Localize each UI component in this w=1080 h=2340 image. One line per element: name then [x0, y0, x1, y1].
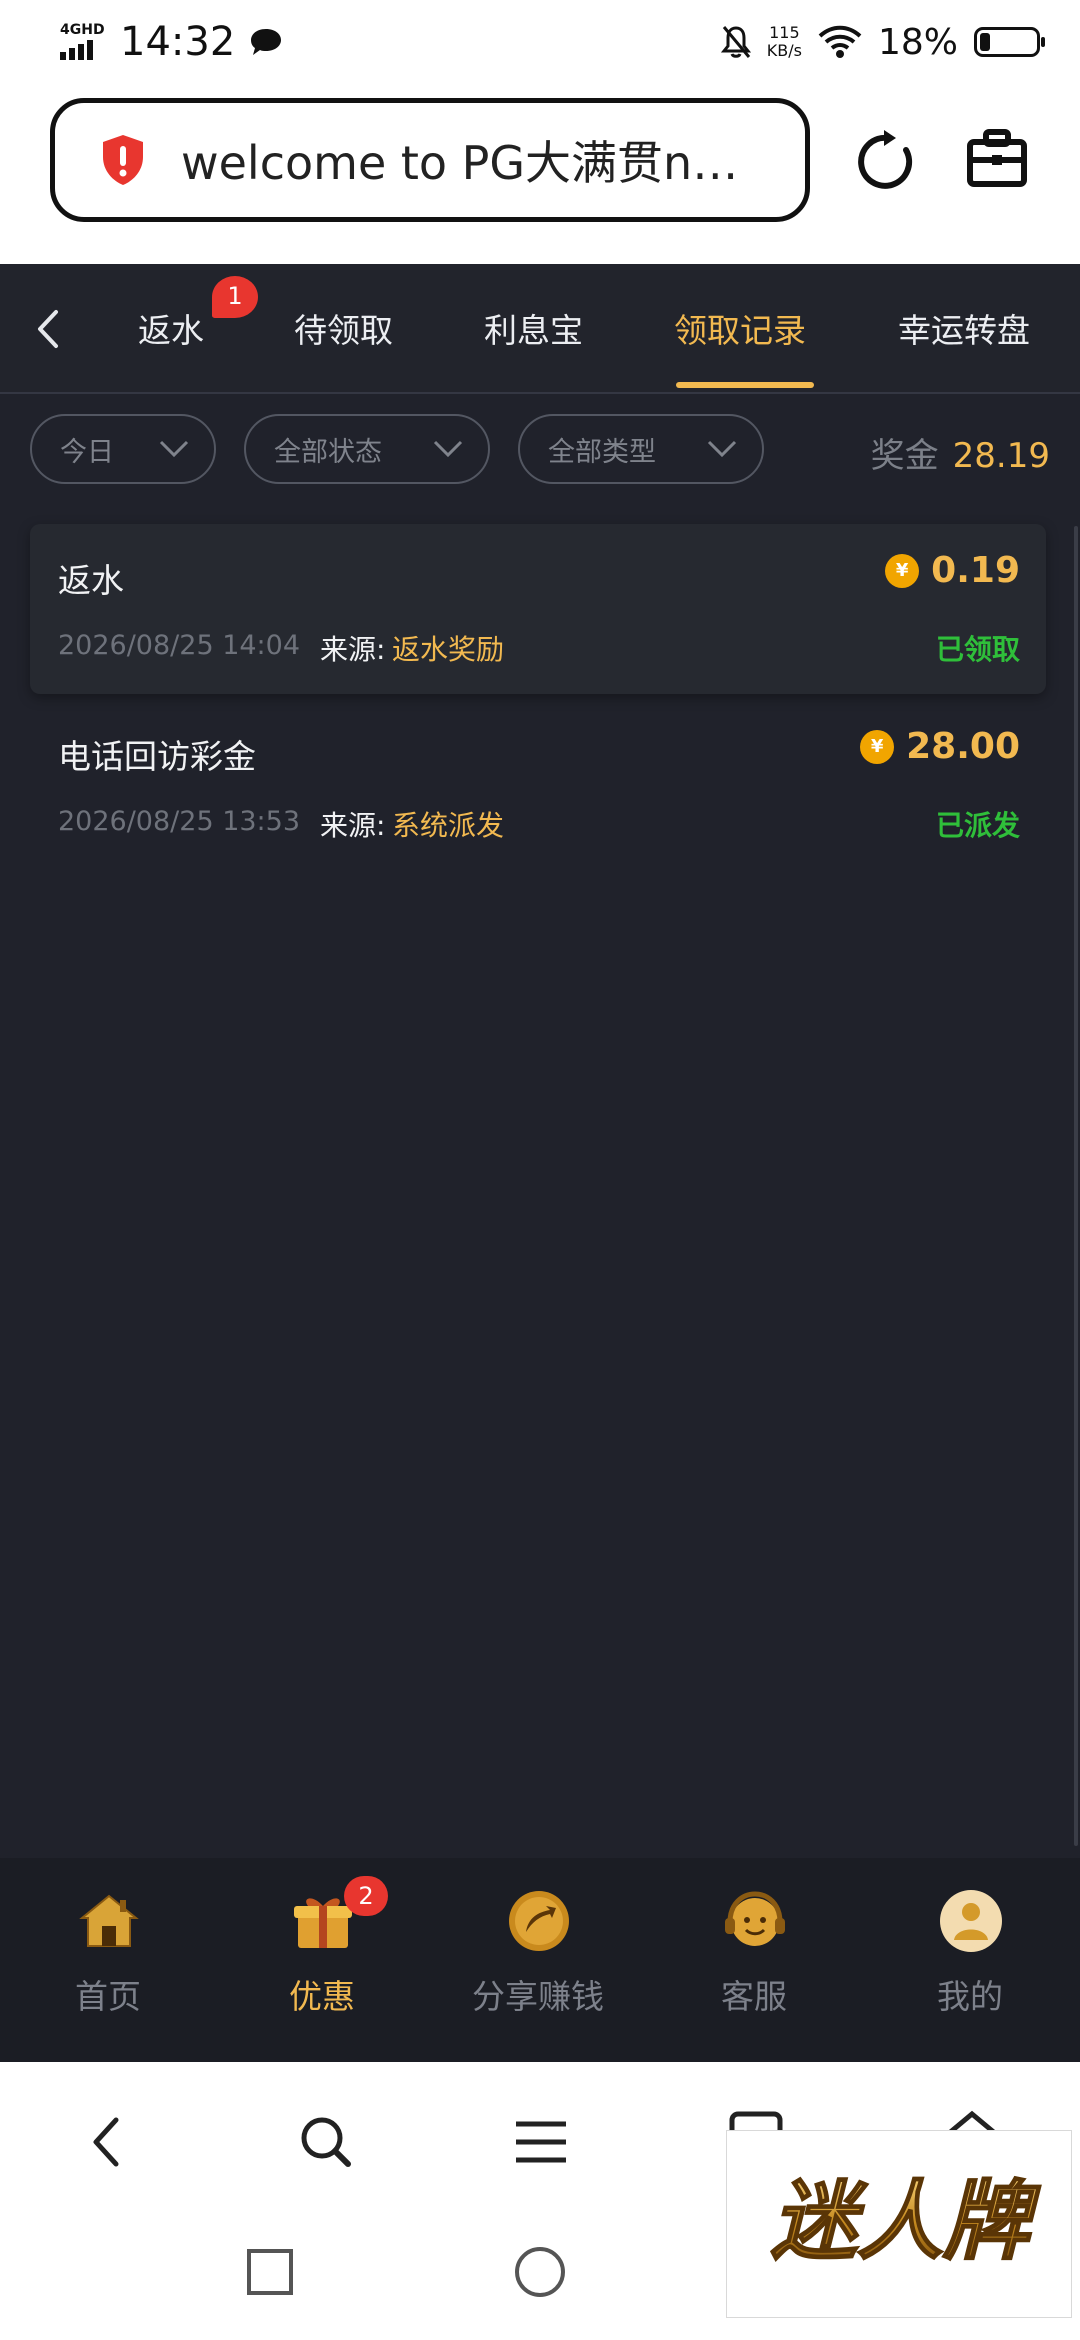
tab-pending[interactable]: 待领取: [294, 304, 393, 352]
chevron-down-icon: [159, 440, 189, 458]
tab-rebate[interactable]: 返水: [138, 304, 204, 352]
nav-label: 分享赚钱: [472, 1977, 604, 2016]
nav-label: 客服: [721, 1977, 787, 2016]
date-filter-label: 今日: [60, 436, 114, 468]
record-status: 已派发: [935, 809, 1020, 842]
status-bar: 4GHD 14:32 115 KB/s 18%: [0, 0, 1080, 84]
tab-badge: 1: [212, 276, 258, 318]
wifi-icon: [818, 25, 862, 58]
browser-back-icon[interactable]: [86, 2112, 126, 2172]
status-filter-dropdown[interactable]: 全部状态: [244, 414, 490, 484]
back-icon[interactable]: [28, 304, 68, 354]
url-text[interactable]: welcome to PG大满贯n…: [181, 127, 781, 193]
reload-icon[interactable]: [858, 128, 918, 192]
app-content: 返水 1 待领取 利息宝 领取记录 幸运转盘 今日 全部状态 全部类型 奖金 28…: [0, 264, 1080, 2062]
record-amount: ¥ 0.19: [885, 550, 1020, 591]
nav-share-earn[interactable]: 分享赚钱: [438, 1858, 638, 2062]
cellular-signal-icon: 4GHD: [58, 22, 106, 62]
nav-home[interactable]: 首页: [8, 1858, 208, 2062]
record-date: 2026/08/25 13:53: [58, 806, 301, 837]
home-circle-icon[interactable]: [514, 2246, 566, 2298]
recents-square-icon[interactable]: [246, 2248, 294, 2296]
watermark-logo: 迷人牌: [770, 2171, 1042, 2273]
bonus-total: 奖金 28.19: [871, 428, 1050, 477]
source-value: 系统派发: [392, 809, 505, 842]
record-status: 已领取: [935, 633, 1020, 666]
battery-percentage: 18%: [877, 21, 958, 63]
menu-icon[interactable]: [514, 2118, 568, 2166]
network-type: 4GHD: [60, 22, 105, 38]
record-title: 电话回访彩金: [58, 737, 256, 776]
type-filter-label: 全部类型: [548, 436, 656, 468]
tab-claim-records[interactable]: 领取记录: [674, 304, 806, 352]
battery-icon: [974, 27, 1045, 57]
tab-bar: 返水 1 待领取 利息宝 领取记录 幸运转盘: [0, 264, 1080, 394]
active-tab-indicator: [676, 382, 814, 388]
chevron-down-icon: [707, 440, 737, 458]
bonus-value: 28.19: [952, 436, 1050, 476]
svg-text:迷人牌: 迷人牌: [771, 2172, 1041, 2272]
scrollbar[interactable]: [1074, 526, 1078, 1846]
message-notification-icon: [251, 29, 282, 55]
toolbox-icon[interactable]: [966, 128, 1028, 190]
nav-badge: 2: [344, 1876, 388, 1916]
nav-promotions[interactable]: 2 优惠: [222, 1858, 422, 2062]
status-filter-label: 全部状态: [274, 436, 382, 468]
nav-label: 我的: [937, 1977, 1003, 2016]
nav-customer-service[interactable]: 客服: [654, 1858, 854, 2062]
amount-value: 0.19: [931, 550, 1020, 591]
profile-icon: [940, 1890, 1002, 1952]
source-label: 来源:: [320, 809, 386, 842]
address-bar[interactable]: welcome to PG大满贯n…: [50, 98, 810, 222]
type-filter-dropdown[interactable]: 全部类型: [518, 414, 764, 484]
bottom-navigation: 首页 2 优惠 分享赚钱 客服 我的: [0, 1858, 1080, 2062]
record-amount: ¥ 28.00: [860, 726, 1020, 767]
nav-label: 首页: [75, 1977, 141, 2016]
tab-interest[interactable]: 利息宝: [484, 304, 583, 352]
record-item[interactable]: 电话回访彩金 ¥ 28.00 2026/08/25 13:53 来源: 系统派发…: [30, 700, 1046, 870]
nav-profile[interactable]: 我的: [870, 1858, 1070, 2062]
nav-label: 优惠: [289, 1977, 355, 2016]
support-icon: [725, 1891, 785, 1946]
mute-bell-icon: [720, 26, 751, 58]
record-date: 2026/08/25 14:04: [58, 630, 301, 661]
home-icon: [79, 1894, 139, 1947]
amount-value: 28.00: [906, 726, 1020, 767]
tab-lucky-wheel[interactable]: 幸运转盘: [898, 304, 1030, 352]
record-item[interactable]: 返水 ¥ 0.19 2026/08/25 14:04 来源: 返水奖励 已领取: [30, 524, 1046, 694]
clock: 14:32: [120, 19, 236, 65]
date-filter-dropdown[interactable]: 今日: [30, 414, 216, 484]
source-value: 返水奖励: [392, 633, 505, 666]
browser-toolbar: welcome to PG大满贯n…: [0, 84, 1080, 264]
coin-icon: ¥: [860, 729, 895, 764]
search-icon[interactable]: [298, 2114, 354, 2170]
filter-bar: 今日 全部状态 全部类型 奖金 28.19: [0, 414, 1080, 490]
record-title: 返水: [58, 561, 124, 600]
source-label: 来源:: [320, 633, 386, 666]
chevron-down-icon: [433, 440, 463, 458]
network-speed: 115 KB/s: [766, 23, 802, 60]
bonus-label: 奖金: [870, 436, 939, 476]
coin-icon: ¥: [885, 553, 920, 588]
share-icon: [509, 1891, 569, 1951]
watermark: 迷人牌: [726, 2130, 1072, 2318]
security-warning-icon[interactable]: [99, 133, 147, 187]
